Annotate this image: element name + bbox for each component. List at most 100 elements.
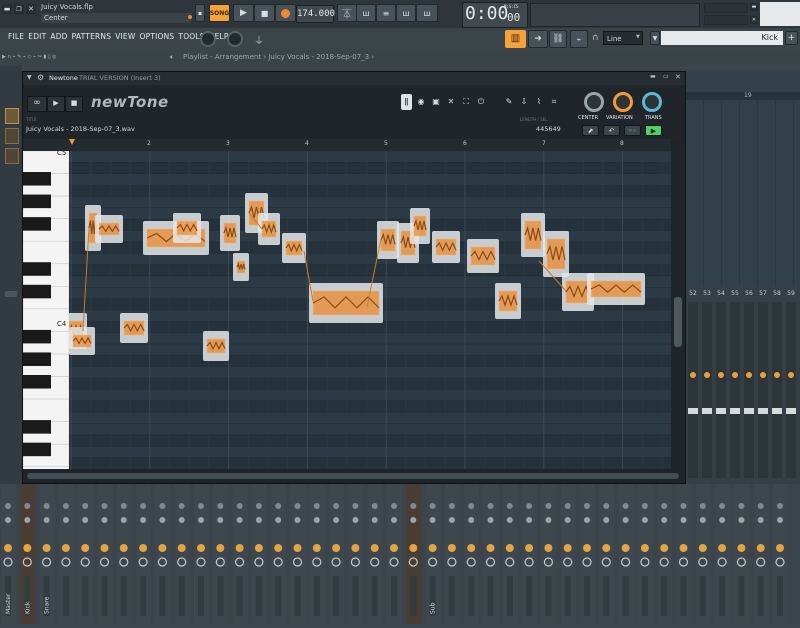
loop-record-icon[interactable]: ш (416, 4, 438, 22)
apply-center-icon[interactable]: ⬈ (582, 125, 599, 136)
mixer-inserts: 52 53 54 55 56 57 58 59 (686, 286, 800, 484)
menu-add[interactable]: ADD (50, 32, 67, 41)
trans-toggle-icon[interactable]: ▶ (645, 125, 662, 136)
send-knob (101, 517, 108, 523)
insert-fader[interactable] (730, 408, 740, 414)
insert-strip[interactable] (744, 302, 754, 478)
add-icon[interactable]: + (785, 31, 798, 45)
apply-link-icon[interactable]: ◦◦ (624, 125, 641, 136)
stop-button[interactable]: ■ (254, 4, 275, 22)
time-display[interactable]: 0:00 M:S:CS 00 (462, 2, 528, 28)
insert-strip[interactable] (730, 302, 740, 478)
insert-strip[interactable] (758, 302, 768, 478)
pitch-editor-canvas[interactable] (69, 151, 671, 469)
close-icon[interactable]: ✕ (675, 73, 681, 81)
playhead-marker[interactable] (69, 139, 75, 145)
newtone-titlebar[interactable]: ▼ ⚙ Newtone TRIAL VERSION (Insert 3) ▬ ▭… (23, 72, 685, 85)
piano-keyboard[interactable]: C5 C4 (23, 151, 69, 469)
plugin-name: Newtone (49, 74, 78, 82)
horizontal-scroll-thumb[interactable] (27, 473, 679, 479)
track-icon[interactable] (5, 148, 19, 164)
panel-button-2[interactable] (704, 15, 748, 25)
menu-view[interactable]: VIEW (115, 32, 135, 41)
play-icon[interactable]: ▶ (47, 96, 65, 112)
menu-arrow-icon[interactable]: ▼ (27, 74, 32, 81)
countdown-icon[interactable]: ≡ (376, 4, 396, 22)
mixer-strips: Master Kick Snare Sub (1, 484, 788, 624)
record-circle-icon[interactable]: ◉ (415, 94, 427, 110)
main-volume-knob[interactable] (200, 31, 216, 47)
track-icon[interactable] (5, 108, 19, 124)
minimize-icon[interactable]: ▬ (650, 73, 656, 80)
channel-menu-icon[interactable]: ▼ (650, 31, 660, 45)
tempo-display[interactable]: 174.000 (296, 5, 335, 23)
loop-icon[interactable]: ∞ (27, 96, 47, 112)
piano-keys[interactable] (23, 151, 69, 469)
vertical-scrollbar[interactable] (671, 139, 685, 469)
channel-name-bg (757, 576, 764, 616)
piano-roll-icon[interactable]: ▥ (505, 30, 526, 48)
note-label-c5: C5 (57, 151, 67, 157)
insert-fader[interactable] (786, 408, 796, 414)
arrow-right-icon[interactable]: ➜ (528, 30, 548, 48)
send-knob (5, 517, 11, 523)
close-icon[interactable]: ✕ (750, 16, 758, 24)
channel-selector[interactable]: Kick (661, 31, 783, 45)
insert-fader[interactable] (716, 408, 726, 414)
metronome-icon[interactable]: ⏄ (337, 4, 357, 22)
insert-strip[interactable] (702, 302, 712, 478)
apply-variation-icon[interactable]: ↶ (603, 125, 620, 136)
horizontal-scrollbar[interactable] (23, 469, 685, 483)
channel-name-bg (140, 576, 147, 616)
restore-icon[interactable]: ❐ (14, 4, 24, 14)
insert-strip[interactable] (688, 302, 698, 478)
stop-icon[interactable]: ■ (65, 96, 83, 112)
gear-icon[interactable]: ⚙ (37, 73, 44, 82)
play-button[interactable]: ▶ (233, 4, 254, 22)
mic-icon[interactable]: ǁ (401, 94, 412, 110)
insert-fader[interactable] (688, 408, 698, 414)
track-icon[interactable] (5, 128, 19, 144)
insert-fader[interactable] (772, 408, 782, 414)
step-edit-icon[interactable]: ш (396, 4, 416, 22)
menu-patterns[interactable]: PATTERNS (72, 32, 112, 41)
save-icon[interactable]: ▣ (430, 94, 442, 110)
insert-strip[interactable] (716, 302, 726, 478)
menu-edit[interactable]: EDIT (28, 32, 46, 41)
fit-icon[interactable]: ⛶ (460, 94, 472, 110)
song-mode-button[interactable]: SONG (209, 4, 230, 22)
center-knob[interactable] (584, 92, 604, 112)
main-pitch-knob[interactable] (227, 31, 243, 47)
pat-song-toggle[interactable]: ▪ (195, 4, 205, 22)
cut-icon[interactable]: ✕ (445, 94, 457, 110)
insert-fader[interactable] (758, 408, 768, 414)
collapse-icon[interactable]: ▬ (2, 4, 12, 14)
record-button[interactable] (275, 4, 296, 22)
split-icon[interactable]: ⌇ (533, 94, 545, 110)
pitch-note (309, 283, 383, 323)
send-knob (82, 517, 89, 523)
variation-knob[interactable] (613, 92, 633, 112)
export-icon[interactable]: ⇩ (518, 94, 530, 110)
maximize-icon[interactable]: ▭ (663, 73, 669, 80)
menu-options[interactable]: OPTIONS (140, 32, 175, 41)
edit-icon[interactable]: ⌗ (548, 94, 560, 110)
wait-icon[interactable]: ш (356, 4, 376, 22)
insert-strip[interactable] (772, 302, 782, 478)
insert-fader[interactable] (702, 408, 712, 414)
plugin-icon[interactable]: ⌁ (570, 30, 588, 48)
minimize-icon[interactable]: ▬ (750, 3, 758, 11)
scroll-arrow-icon[interactable] (5, 291, 17, 297)
link-icon[interactable]: ⛓ (549, 30, 567, 48)
insert-strip[interactable] (786, 302, 796, 478)
power-icon[interactable]: ⏻ (475, 94, 487, 110)
vertical-scroll-thumb[interactable] (674, 297, 682, 347)
pitch-editor-grid[interactable] (69, 151, 671, 469)
insert-fader[interactable] (744, 408, 754, 414)
close-icon[interactable]: ✕ (26, 4, 36, 14)
pencil-tool-icon[interactable]: ✎ (503, 94, 515, 110)
menu-file[interactable]: FILE (8, 32, 24, 41)
channel-led (23, 544, 32, 552)
panel-button[interactable] (704, 3, 748, 13)
trans-knob[interactable] (642, 92, 662, 112)
